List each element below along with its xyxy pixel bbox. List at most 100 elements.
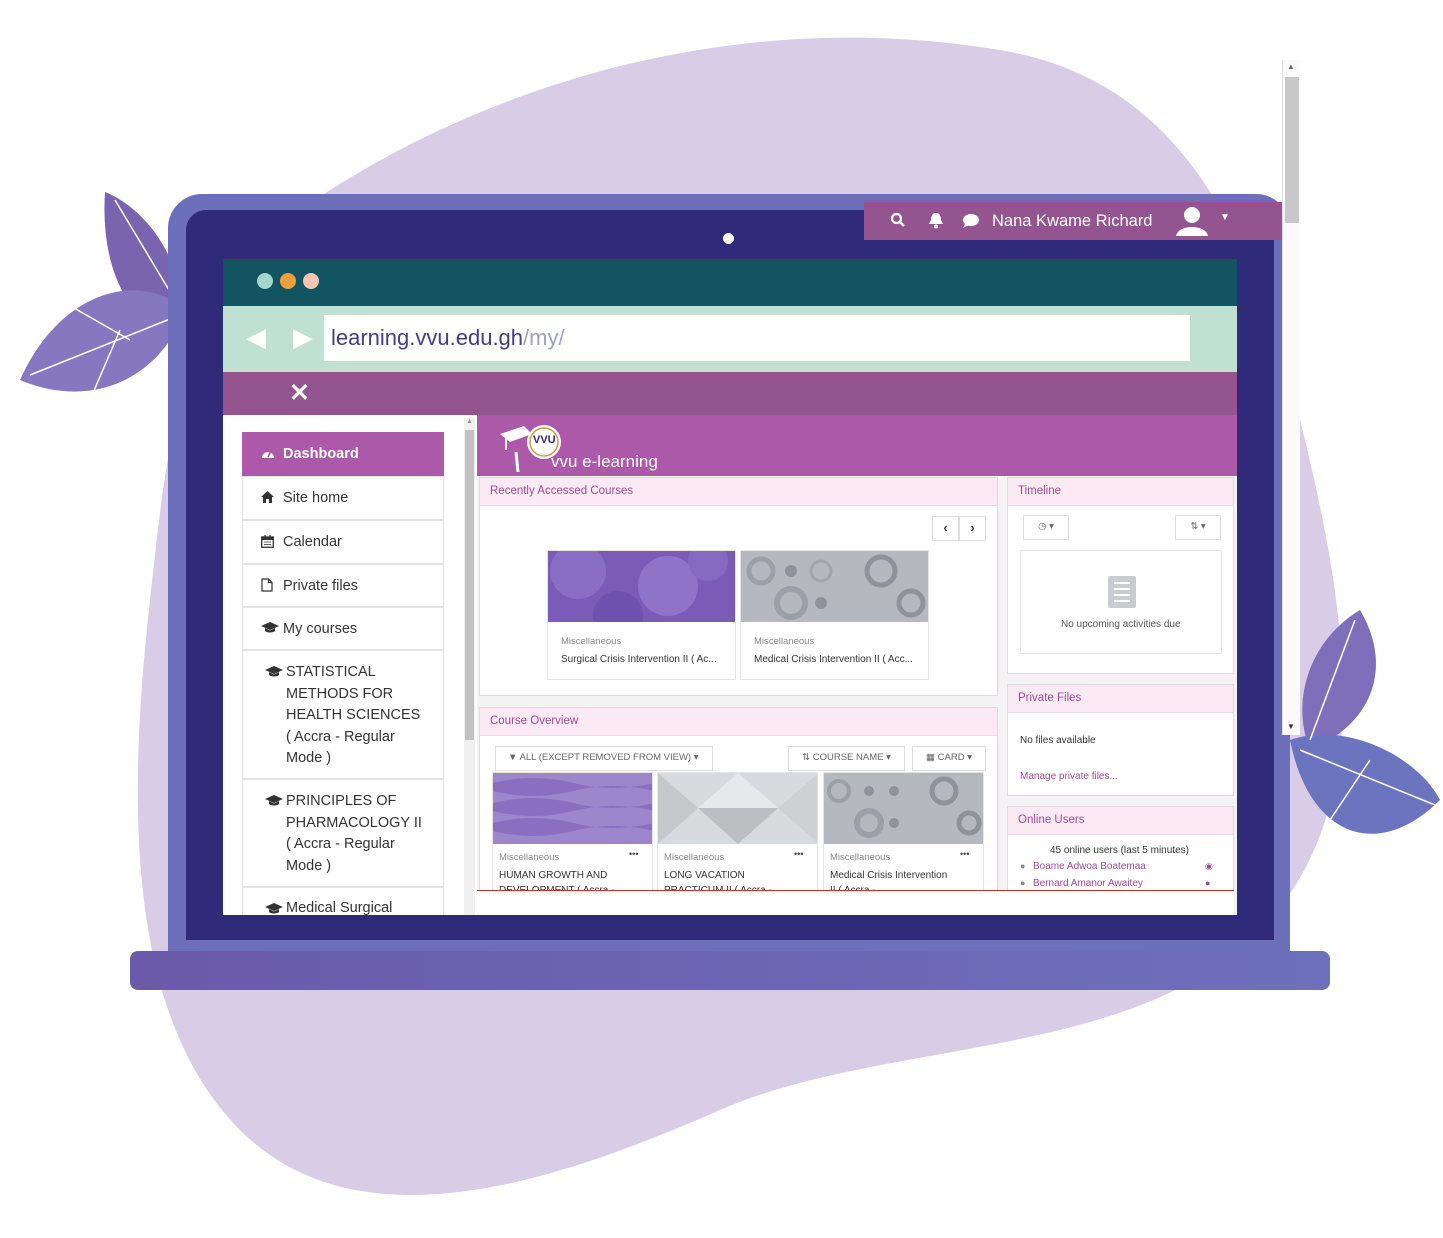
- course-name-line: Medical Crisis Intervention: [830, 870, 948, 881]
- online-user-link[interactable]: Bernard Amanor Awaitey: [1033, 878, 1143, 889]
- sidebar-item-calendar[interactable]: Calendar: [242, 520, 444, 564]
- label-line: PRINCIPLES OF: [286, 793, 397, 809]
- course-menu-icon[interactable]: •••: [629, 849, 638, 859]
- window-dot-teal[interactable]: [257, 273, 273, 289]
- overview-sort-dropdown[interactable]: ⇅ COURSE NAME ▾: [788, 746, 905, 771]
- recent-courses-block: Recently Accessed Courses ‹ › Miscellane…: [479, 477, 998, 696]
- course-category: Miscellaneous: [664, 852, 725, 863]
- sidebar-course-label: PRINCIPLES OF PHARMACOLOGY II ( Accra - …: [286, 791, 422, 877]
- sidebar-item-label: Medical Surgical: [286, 900, 393, 915]
- chevron-right-icon[interactable]: ▶: [293, 322, 313, 353]
- drawer-toggle-bar: [223, 372, 1237, 415]
- timeline-sort-dropdown[interactable]: ⇅ ▾: [1175, 515, 1221, 540]
- timeline-block: Timeline ◷ ▾ ⇅ ▾ No upcoming activities …: [1007, 477, 1234, 674]
- course-image: [658, 773, 817, 844]
- eye-icon[interactable]: ◉: [1205, 861, 1213, 872]
- course-category: Miscellaneous: [561, 636, 622, 647]
- timeline-empty-text: No upcoming activities due: [1061, 619, 1181, 630]
- dashboard-main: Recently Accessed Courses ‹ › Miscellane…: [477, 476, 1237, 915]
- timeline-filter-dropdown[interactable]: ◷ ▾: [1023, 515, 1069, 540]
- url-host: learning.vvu.edu.gh: [331, 325, 524, 350]
- course-menu-icon[interactable]: •••: [794, 849, 803, 859]
- sidebar-item-site-home[interactable]: Site home: [242, 476, 444, 520]
- online-users-summary: 45 online users (last 5 minutes): [1050, 845, 1189, 856]
- window-dot-pink[interactable]: [303, 273, 319, 289]
- online-user-link[interactable]: Boame Adwoa Boatemaa: [1033, 861, 1146, 872]
- sidebar-item-course-pharmacology[interactable]: PRINCIPLES OF PHARMACOLOGY II ( Accra - …: [242, 779, 444, 887]
- empty-list-icon: [1108, 576, 1136, 608]
- user-navbar: Nana Kwame Richard ▼: [864, 202, 1282, 240]
- course-menu-icon[interactable]: •••: [960, 849, 969, 859]
- message-icon[interactable]: ●: [1205, 878, 1210, 888]
- label-line: STATISTICAL: [286, 664, 376, 680]
- search-icon[interactable]: [890, 212, 906, 233]
- label-line: HEALTH SCIENCES: [286, 707, 421, 723]
- url-path: /my/: [523, 325, 565, 350]
- graduation-cap-icon: [261, 622, 279, 637]
- label-line: ( Accra - Regular: [286, 836, 395, 852]
- course-name-line: LONG VACATION: [664, 870, 745, 881]
- user-avatar-icon[interactable]: [1174, 204, 1210, 243]
- course-overview-block: Course Overview ▼ ALL (EXCEPT REMOVED FR…: [479, 707, 998, 915]
- graduation-cap-icon: [265, 666, 283, 681]
- sidebar-item-course-statistical-methods[interactable]: STATISTICAL METHODS FOR HEALTH SCIENCES …: [242, 650, 444, 779]
- sort-icon: ⇅: [802, 752, 811, 763]
- logo-text: VVU: [533, 434, 556, 446]
- chevron-left-icon[interactable]: ◀: [246, 322, 266, 353]
- user-icon: ●: [1020, 861, 1026, 871]
- sidebar-item-label: Calendar: [283, 534, 342, 550]
- course-name[interactable]: Medical Crisis Intervention II ( Acc...: [754, 652, 913, 667]
- block-title: Course Overview: [480, 708, 997, 736]
- user-icon: ●: [1020, 878, 1026, 888]
- course-name[interactable]: Surgical Crisis Intervention II ( Ac...: [561, 652, 717, 667]
- address-bar-input[interactable]: learning.vvu.edu.gh/my/: [324, 315, 1190, 361]
- block-title: Timeline: [1008, 478, 1233, 506]
- sidebar-course-label: STATISTICAL METHODS FOR HEALTH SCIENCES …: [286, 662, 420, 770]
- sidebar-item-label: Site home: [283, 490, 349, 506]
- sidebar-item-my-courses[interactable]: My courses: [242, 607, 444, 650]
- course-image: [741, 551, 928, 622]
- dashboard-icon: [261, 447, 275, 464]
- caret-down-icon[interactable]: ▼: [1220, 212, 1230, 223]
- sidebar-item-label: Dashboard: [283, 446, 359, 462]
- sidebar-item-course-medical-surgical[interactable]: Medical Surgical: [242, 887, 444, 915]
- page-scrollbar-thumb[interactable]: [1285, 77, 1299, 223]
- label-line: Mode ): [286, 857, 332, 874]
- site-brand-name[interactable]: vvu e-learning: [551, 452, 658, 472]
- graduation-cap-icon: [265, 903, 283, 915]
- chat-icon[interactable]: [962, 213, 980, 234]
- label-line: METHODS FOR: [286, 685, 394, 702]
- sidebar-item-private-files[interactable]: Private files: [242, 564, 444, 607]
- caret-down-icon: ▾: [886, 752, 891, 763]
- calendar-icon: [261, 535, 274, 551]
- graduation-cap-icon: [265, 795, 283, 810]
- webcam-dot: [723, 233, 734, 244]
- filter-icon: ▼: [508, 752, 518, 763]
- user-name[interactable]: Nana Kwame Richard: [992, 212, 1153, 231]
- window-dot-orange[interactable]: [280, 273, 296, 289]
- course-card[interactable]: Miscellaneous Medical Crisis Interventio…: [740, 550, 929, 680]
- course-category: Miscellaneous: [499, 852, 560, 863]
- course-image: [548, 551, 735, 622]
- timeline-empty-box: No upcoming activities due: [1020, 550, 1222, 654]
- overview-view-dropdown[interactable]: ▦ CARD ▾: [912, 746, 986, 771]
- caret-down-icon: ▾: [693, 752, 699, 763]
- chevron-right-icon[interactable]: ›: [959, 516, 986, 541]
- block-title: Recently Accessed Courses: [480, 478, 997, 506]
- bell-icon[interactable]: [928, 212, 944, 234]
- label-line: Mode ): [286, 750, 332, 766]
- sidebar-item-dashboard[interactable]: Dashboard: [242, 432, 444, 476]
- sidebar-scrollbar-thumb[interactable]: [465, 430, 474, 740]
- chevron-left-icon[interactable]: ‹: [932, 516, 959, 541]
- overview-filter-dropdown[interactable]: ▼ ALL (EXCEPT REMOVED FROM VIEW) ▾: [495, 746, 713, 771]
- close-icon[interactable]: ✕: [289, 378, 310, 408]
- course-name-line: HUMAN GROWTH AND: [499, 870, 608, 881]
- course-card[interactable]: Miscellaneous Surgical Crisis Interventi…: [547, 550, 736, 680]
- sidebar-item-label: My courses: [283, 621, 358, 637]
- sort-label: COURSE NAME: [812, 752, 884, 763]
- scroll-up-arrow-icon[interactable]: ▲: [1287, 62, 1295, 71]
- scroll-down-arrow-icon[interactable]: ▼: [1287, 722, 1295, 731]
- manage-private-files-link[interactable]: Manage private files...: [1020, 771, 1118, 782]
- course-image: [493, 773, 652, 844]
- sidebar-scroll-up-icon[interactable]: ▲: [466, 418, 473, 425]
